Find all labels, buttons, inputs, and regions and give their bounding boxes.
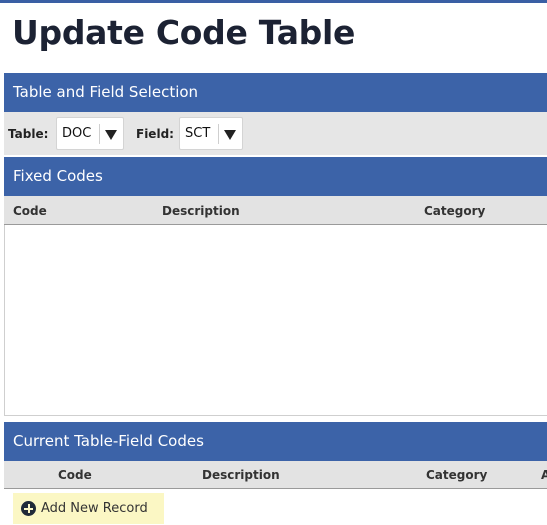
selection-bar: Table: DOC Field: SCT bbox=[4, 112, 547, 155]
current-codes-header: Current Table-Field Codes bbox=[4, 422, 547, 461]
add-new-record-label: Add New Record bbox=[41, 501, 148, 516]
plus-circle-icon bbox=[21, 501, 36, 516]
field-label: Field: bbox=[136, 127, 174, 141]
chevron-down-icon bbox=[218, 124, 241, 144]
column-header-code[interactable]: Code bbox=[13, 204, 47, 218]
fixed-codes-column-header: Code Description Category bbox=[4, 196, 547, 225]
table-select-value: DOC bbox=[62, 126, 92, 141]
current-codes-column-header: Code Description Category A bbox=[4, 461, 547, 489]
fixed-codes-header: Fixed Codes bbox=[4, 157, 547, 196]
top-rule bbox=[0, 0, 547, 3]
column-header-category[interactable]: Category bbox=[424, 204, 485, 218]
table-label: Table: bbox=[8, 127, 49, 141]
column-header-code[interactable]: Code bbox=[58, 468, 92, 482]
column-header-category[interactable]: Category bbox=[426, 468, 487, 482]
column-header-truncated[interactable]: A bbox=[541, 468, 547, 482]
add-new-record-button[interactable]: Add New Record bbox=[13, 493, 164, 524]
field-select[interactable]: SCT bbox=[179, 117, 243, 150]
column-header-description[interactable]: Description bbox=[162, 204, 240, 218]
page-title: Update Code Table bbox=[12, 13, 356, 52]
column-header-description[interactable]: Description bbox=[202, 468, 280, 482]
chevron-down-icon bbox=[99, 124, 122, 144]
table-select[interactable]: DOC bbox=[56, 117, 124, 150]
fixed-codes-grid-body bbox=[4, 225, 547, 416]
selection-panel-header: Table and Field Selection bbox=[4, 73, 547, 112]
field-select-value: SCT bbox=[185, 126, 211, 141]
